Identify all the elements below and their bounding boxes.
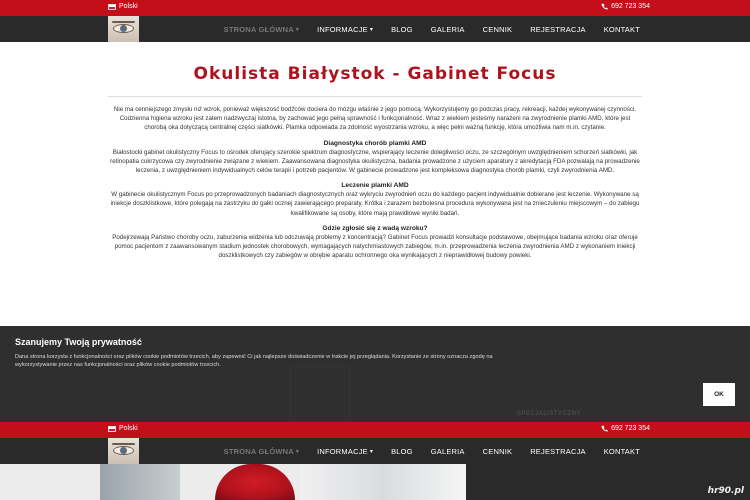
section-heading: Diagnostyka chorób plamki AMD <box>323 139 427 147</box>
phone-icon <box>601 3 608 10</box>
nav-item-galeria[interactable]: GALERIA <box>431 447 465 456</box>
phone-icon <box>601 425 608 432</box>
poland-flag-icon <box>108 3 116 10</box>
phone-number: 692 723 354 <box>611 425 650 432</box>
watermark: hr90.pl <box>707 486 744 496</box>
language-selector[interactable]: Polski <box>108 425 138 432</box>
nav-item-rejestracja[interactable]: REJESTRACJA <box>530 447 586 456</box>
chevron-down-icon: ▾ <box>295 448 300 455</box>
top-bar: Polski 692 723 354 <box>0 0 750 16</box>
background-caption: SPECJALISTYCZNY <box>517 411 581 417</box>
cookie-text: Dana strona korzysta z funkcjonalności o… <box>15 354 493 369</box>
main-content: Okulista Białystok - Gabinet Focus Nie m… <box>108 64 642 267</box>
nav-item-blog[interactable]: BLOG <box>391 25 413 34</box>
language-label: Polski <box>119 3 138 10</box>
phone-number: 692 723 354 <box>611 3 650 10</box>
main-navbar: STRONA GŁÓWNA ▾ INFORMACJE ▾ BLOG GALERIA … <box>0 16 750 42</box>
main-menu: STRONA GŁÓWNA ▾ INFORMACJE ▾ BLOG GALERIA … <box>224 438 640 464</box>
phone-link[interactable]: 692 723 354 <box>601 3 650 10</box>
nav-item-kontakt[interactable]: KONTAKT <box>604 25 640 34</box>
title-divider <box>108 96 642 97</box>
nav-item-blog[interactable]: BLOG <box>391 447 413 456</box>
phone-link[interactable]: 692 723 354 <box>601 425 650 432</box>
nav-item-informacje[interactable]: INFORMACJE ▾ <box>317 25 373 34</box>
main-menu: STRONA GŁÓWNA ▾ INFORMACJE ▾ BLOG GALERIA … <box>224 16 640 42</box>
nav-item-home[interactable]: STRONA GŁÓWNA ▾ <box>224 25 299 34</box>
chevron-down-icon: ▾ <box>295 26 300 33</box>
nav-item-galeria[interactable]: GALERIA <box>431 25 465 34</box>
nav-item-rejestracja[interactable]: REJESTRACJA <box>530 25 586 34</box>
section-paragraph: Białostocki gabinet okulistyczny Focus t… <box>110 148 640 175</box>
nav-item-kontakt[interactable]: KONTAKT <box>604 447 640 456</box>
language-selector[interactable]: Polski <box>108 3 138 10</box>
section-heading: Gdzie zgłosić się z wadą wzroku? <box>322 224 428 232</box>
nav-item-informacje[interactable]: INFORMACJE ▾ <box>317 447 373 456</box>
nav-item-cennik[interactable]: CENNIK <box>483 447 513 456</box>
section-paragraph: W gabinecie okulistycznym Focus po przep… <box>110 191 640 217</box>
sticky-top-bar: Polski 692 723 354 <box>0 422 750 438</box>
cookie-ok-button[interactable]: OK <box>703 383 735 406</box>
chevron-down-icon: ▾ <box>369 448 374 455</box>
site-logo[interactable] <box>108 16 139 42</box>
poland-flag-icon <box>108 425 116 432</box>
cookie-banner: SPECJALISTYCZNY Szanujemy Twoją prywatno… <box>0 326 750 422</box>
nav-item-cennik[interactable]: CENNIK <box>483 25 513 34</box>
sticky-navbar: STRONA GŁÓWNA ▾ INFORMACJE ▾ BLOG GALERIA … <box>0 438 750 464</box>
language-label: Polski <box>119 425 138 432</box>
intro-paragraph: Nie ma cenniejszego zmysłu niż wzrok, po… <box>113 106 637 132</box>
hero-image <box>0 464 750 500</box>
chevron-down-icon: ▾ <box>369 26 374 33</box>
section-paragraph: Podejrzewają Państwo choroby oczu, zabur… <box>112 233 638 260</box>
site-logo[interactable] <box>108 438 139 464</box>
nav-item-home[interactable]: STRONA GŁÓWNA ▾ <box>224 447 299 456</box>
page-title: Okulista Białystok - Gabinet Focus <box>193 64 557 84</box>
section-heading: Leczenie plamki AMD <box>341 182 409 190</box>
cookie-title: Szanujemy Twoją prywatność <box>15 337 142 347</box>
